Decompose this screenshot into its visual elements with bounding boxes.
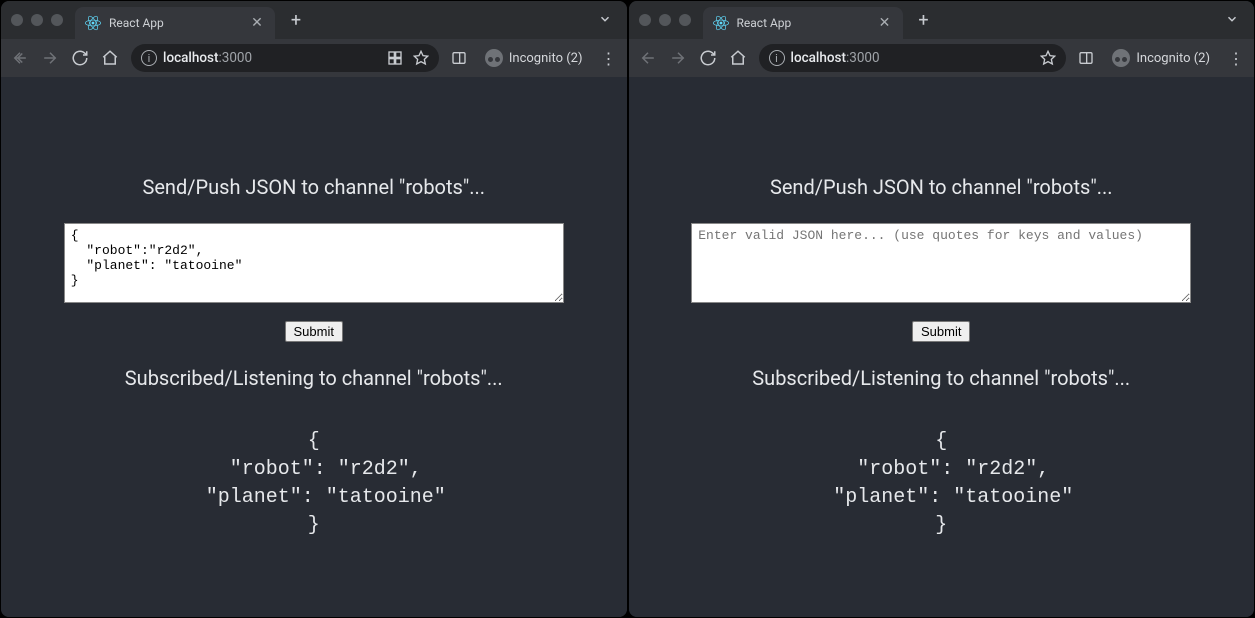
submit-button[interactable]: Submit bbox=[912, 321, 970, 342]
window-minimize-dot[interactable] bbox=[659, 14, 671, 26]
bookmark-star-icon[interactable] bbox=[1040, 50, 1056, 66]
reload-icon[interactable] bbox=[71, 49, 89, 67]
tab-title: React App bbox=[109, 16, 241, 30]
json-input-textarea[interactable] bbox=[64, 223, 564, 303]
tab-title: React App bbox=[737, 16, 869, 30]
incognito-icon bbox=[1112, 49, 1130, 67]
url-display: localhost:3000 bbox=[791, 50, 880, 66]
tab-react-app[interactable]: React App ✕ bbox=[703, 7, 903, 39]
site-info-icon[interactable]: i bbox=[141, 50, 157, 66]
browser-menu-icon[interactable]: ⋮ bbox=[601, 49, 617, 68]
traffic-lights bbox=[639, 14, 691, 26]
browser-window: React App ✕ + i localhost:3000 bbox=[1, 1, 627, 617]
window-close-dot[interactable] bbox=[11, 14, 23, 26]
window-close-dot[interactable] bbox=[639, 14, 651, 26]
json-output-display: { "robot": "r2d2", "planet": "tatooine" … bbox=[64, 428, 564, 540]
window-minimize-dot[interactable] bbox=[31, 14, 43, 26]
incognito-label: Incognito (2) bbox=[1136, 51, 1210, 66]
toolbar: i localhost:3000 Incognito (2) ⋮ bbox=[629, 39, 1255, 77]
browser-window: React App ✕ + i localhost:3000 bbox=[629, 1, 1255, 617]
incognito-label: Incognito (2) bbox=[509, 51, 583, 66]
tab-close-icon[interactable]: ✕ bbox=[877, 15, 893, 31]
page-content: Send/Push JSON to channel "robots"... Su… bbox=[629, 77, 1255, 617]
traffic-lights bbox=[11, 14, 63, 26]
json-output-display: { "robot": "r2d2", "planet": "tatooine" … bbox=[691, 428, 1191, 540]
page-content: Send/Push JSON to channel "robots"... Su… bbox=[1, 77, 627, 617]
listen-section-title: Subscribed/Listening to channel "robots"… bbox=[691, 366, 1191, 390]
react-logo-icon bbox=[713, 15, 729, 31]
url-display: localhost:3000 bbox=[163, 50, 252, 66]
reload-icon[interactable] bbox=[699, 49, 717, 67]
window-maximize-dot[interactable] bbox=[51, 14, 63, 26]
toolbar: i localhost:3000 Incognito (2) ⋮ bbox=[1, 39, 627, 77]
tab-close-icon[interactable]: ✕ bbox=[249, 15, 265, 31]
tab-react-app[interactable]: React App ✕ bbox=[75, 7, 275, 39]
listen-section-title: Subscribed/Listening to channel "robots"… bbox=[64, 366, 564, 390]
site-info-icon[interactable]: i bbox=[769, 50, 785, 66]
nav-back-icon[interactable] bbox=[11, 49, 29, 67]
window-maximize-dot[interactable] bbox=[679, 14, 691, 26]
address-bar[interactable]: i localhost:3000 bbox=[759, 44, 1067, 72]
tabs-dropdown-icon[interactable] bbox=[593, 11, 617, 30]
nav-back-icon[interactable] bbox=[639, 49, 657, 67]
nav-forward-icon[interactable] bbox=[41, 49, 59, 67]
side-panel-icon[interactable] bbox=[1078, 50, 1094, 66]
tabs-dropdown-icon[interactable] bbox=[1220, 11, 1244, 30]
react-logo-icon bbox=[85, 15, 101, 31]
send-section-title: Send/Push JSON to channel "robots"... bbox=[64, 175, 564, 199]
send-section-title: Send/Push JSON to channel "robots"... bbox=[691, 175, 1191, 199]
address-bar[interactable]: i localhost:3000 bbox=[131, 44, 439, 72]
home-icon[interactable] bbox=[729, 49, 747, 67]
new-tab-button[interactable]: + bbox=[283, 7, 309, 33]
titlebar: React App ✕ + bbox=[1, 1, 627, 39]
bookmark-star-icon[interactable] bbox=[413, 50, 429, 66]
incognito-indicator[interactable]: Incognito (2) bbox=[479, 49, 589, 67]
incognito-indicator[interactable]: Incognito (2) bbox=[1106, 49, 1216, 67]
reader-mode-icon[interactable] bbox=[387, 50, 403, 66]
browser-menu-icon[interactable]: ⋮ bbox=[1228, 49, 1244, 68]
nav-forward-icon[interactable] bbox=[669, 49, 687, 67]
side-panel-icon[interactable] bbox=[451, 50, 467, 66]
submit-button[interactable]: Submit bbox=[285, 321, 343, 342]
titlebar: React App ✕ + bbox=[629, 1, 1255, 39]
json-input-textarea[interactable] bbox=[691, 223, 1191, 303]
new-tab-button[interactable]: + bbox=[911, 7, 937, 33]
home-icon[interactable] bbox=[101, 49, 119, 67]
incognito-icon bbox=[485, 49, 503, 67]
